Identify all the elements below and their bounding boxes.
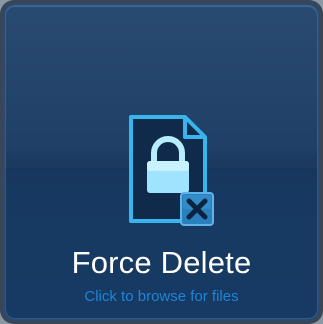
tile-title: Force Delete xyxy=(71,245,252,280)
locked-file-delete-icon xyxy=(123,113,223,231)
tile-subtitle: Click to browse for files xyxy=(84,288,239,305)
force-delete-tile[interactable]: Force Delete Click to browse for files xyxy=(3,3,320,321)
tile-frame: Force Delete Click to browse for files xyxy=(0,0,323,324)
